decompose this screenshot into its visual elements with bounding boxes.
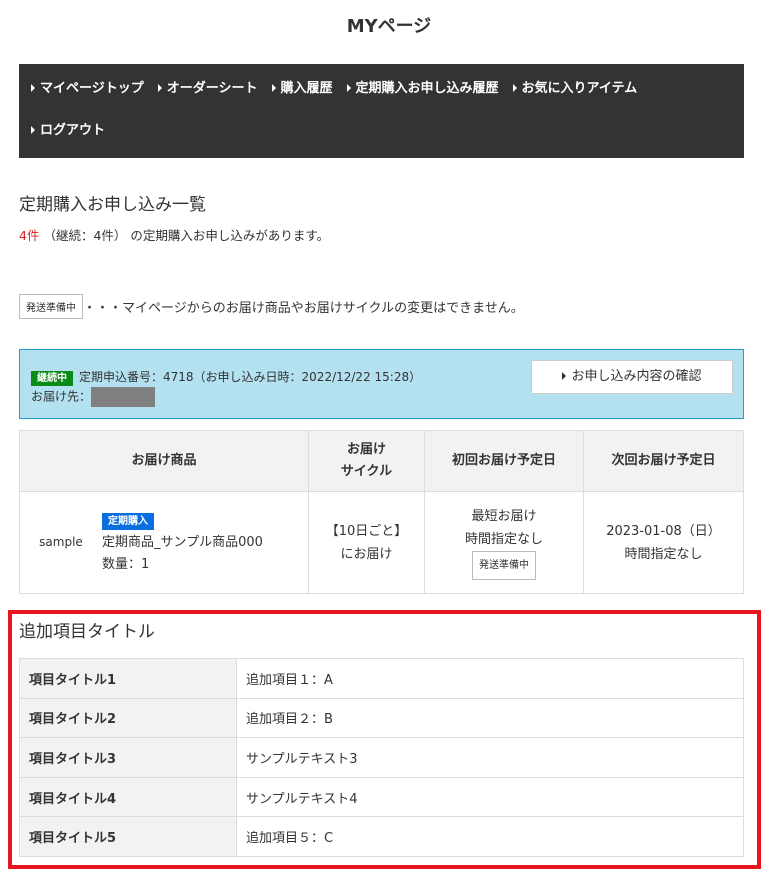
nav-mypage-top[interactable]: マイページトップ <box>31 76 144 118</box>
status-badge: 継続中 <box>31 371 73 386</box>
field-value: 追加項目１：A <box>236 658 744 699</box>
quantity: 数量：1 <box>102 556 150 572</box>
nav-logout[interactable]: ログアウト <box>31 118 105 160</box>
table-row: 項目タイトル5 追加項目５：C <box>19 816 744 857</box>
product-image[interactable]: sample <box>20 531 102 554</box>
extra-fields-table: 項目タイトル1 追加項目１：A 項目タイトル2 追加項目２：B 項目タイトル3 サンプ… <box>19 658 744 857</box>
field-label: 項目タイトル1 <box>19 658 237 699</box>
section-title: 定期購入お申し込み一覧 <box>19 195 206 215</box>
table-row: sample 定期購入定期商品_サンプル商品000 数量：1 【10日ごと】 にお届け… <box>19 491 744 594</box>
field-value: サンプルテキスト3 <box>236 737 744 778</box>
next-delivery-cell: 2023-01-08（日） 時間指定なし <box>583 491 744 594</box>
field-label: 項目タイトル5 <box>19 816 237 857</box>
total-count: 4件 <box>19 228 40 243</box>
count-text: 4件 （継続：4件） の定期購入お申し込みがあります。 <box>19 225 329 244</box>
notice: 発送準備中 ・・・マイページからのお届け商品やお届けサイクルの変更はできません。 <box>19 294 524 319</box>
shipping-prep-tag: 発送準備中 <box>472 551 536 580</box>
order-info-box: 継続中 定期申込番号：4718（お申し込み日時：2022/12/22 15:28）… <box>19 349 744 419</box>
table-row: 項目タイトル4 サンプルテキスト4 <box>19 776 744 818</box>
subscription-badge: 定期購入 <box>102 512 154 530</box>
confirm-order-button[interactable]: お申し込み内容の確認 <box>531 360 733 394</box>
extra-title: 追加項目タイトル <box>19 622 155 642</box>
order-number: 定期申込番号：4718（お申し込み日時：2022/12/22 15:28） <box>79 370 422 384</box>
nav-order-sheet[interactable]: オーダーシート <box>158 76 258 118</box>
field-value: 追加項目２：B <box>236 697 744 739</box>
subscription-table: お届け商品 お届け サイクル 初回お届け予定日 次回お届け予定日 sample 定期… <box>19 430 744 594</box>
field-value: 追加項目５：C <box>236 816 744 857</box>
count-suffix: の定期購入お申し込みがあります。 <box>130 228 330 243</box>
table-row: 項目タイトル3 サンプルテキスト3 <box>19 737 744 778</box>
count-detail: （継続：4件） <box>43 228 127 243</box>
cycle-cell: 【10日ごと】 にお届け <box>308 491 425 594</box>
nav-purchase-history[interactable]: 購入履歴 <box>272 76 333 118</box>
header-first-delivery: 初回お届け予定日 <box>424 430 584 492</box>
address-redacted <box>91 387 156 407</box>
header-next-delivery: 次回お届け予定日 <box>583 430 744 492</box>
nav-favorites[interactable]: お気に入りアイテム <box>513 76 638 118</box>
notice-text: ・・・マイページからのお届け商品やお届けサイクルの変更はできません。 <box>83 301 524 316</box>
field-value: サンプルテキスト4 <box>236 776 744 818</box>
field-label: 項目タイトル3 <box>19 737 237 778</box>
field-label: 項目タイトル2 <box>19 697 237 739</box>
field-label: 項目タイトル4 <box>19 776 237 818</box>
table-row: 項目タイトル2 追加項目２：B <box>19 697 744 739</box>
header-product: お届け商品 <box>19 430 309 492</box>
page-title: MYページ <box>346 16 432 37</box>
product-name[interactable]: 定期商品_サンプル商品000 <box>102 532 263 554</box>
address-label: お届け先： <box>31 389 92 404</box>
nav-subscription-history[interactable]: 定期購入お申し込み履歴 <box>347 76 499 118</box>
header-cycle: お届け サイクル <box>308 430 425 492</box>
table-row: 項目タイトル1 追加項目１：A <box>19 658 744 699</box>
main-nav: マイページトップ オーダーシート 購入履歴 定期購入お申し込み履歴 お気に入りアイテムロ… <box>19 64 744 158</box>
shipping-prep-tag: 発送準備中 <box>19 294 83 319</box>
first-delivery-cell: 最短お届け 時間指定なし 発送準備中 <box>424 491 584 594</box>
